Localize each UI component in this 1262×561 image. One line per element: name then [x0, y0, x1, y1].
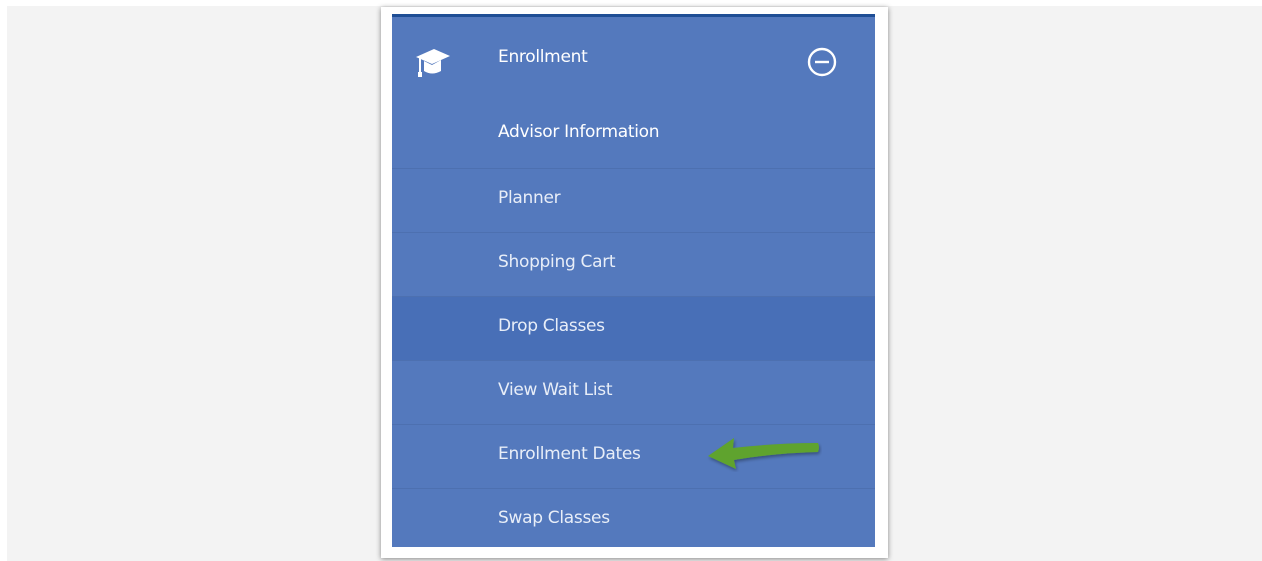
enrollment-menu-items: Advisor Information Planner Shopping Car…	[392, 102, 875, 547]
menu-item-enrollment-dates[interactable]: Enrollment Dates	[392, 424, 875, 488]
collapse-minus-icon[interactable]	[806, 46, 838, 78]
menu-item-label: Advisor Information	[498, 122, 660, 142]
menu-item-drop-classes[interactable]: Drop Classes	[392, 296, 875, 360]
menu-item-label: Drop Classes	[498, 316, 605, 336]
enrollment-menu: Enrollment Advisor Information Planner S…	[392, 14, 875, 547]
menu-item-advisor-information[interactable]: Advisor Information	[392, 102, 875, 168]
graduation-cap-icon	[414, 45, 450, 79]
menu-item-shopping-cart[interactable]: Shopping Cart	[392, 232, 875, 296]
menu-item-label: Planner	[498, 188, 561, 208]
menu-item-swap-classes[interactable]: Swap Classes	[392, 488, 875, 547]
menu-item-label: Shopping Cart	[498, 252, 616, 272]
enrollment-menu-header[interactable]: Enrollment	[392, 17, 875, 102]
menu-item-planner[interactable]: Planner	[392, 168, 875, 232]
menu-item-label: Enrollment Dates	[498, 444, 641, 464]
menu-item-label: View Wait List	[498, 380, 613, 400]
enrollment-menu-title: Enrollment	[498, 47, 588, 67]
menu-item-view-wait-list[interactable]: View Wait List	[392, 360, 875, 424]
menu-item-label: Swap Classes	[498, 508, 610, 528]
